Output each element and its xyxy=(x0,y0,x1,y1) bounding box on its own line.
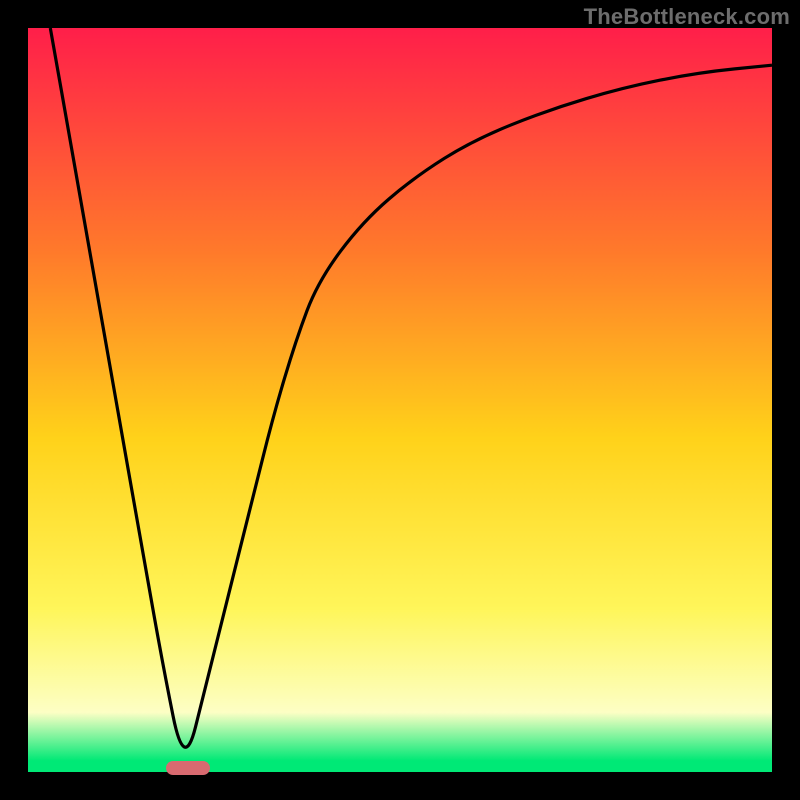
curve-path xyxy=(50,28,772,747)
chart-frame: TheBottleneck.com xyxy=(0,0,800,800)
bottleneck-curve xyxy=(28,28,772,772)
optimal-range-marker xyxy=(166,761,211,775)
watermark-text: TheBottleneck.com xyxy=(584,4,790,30)
